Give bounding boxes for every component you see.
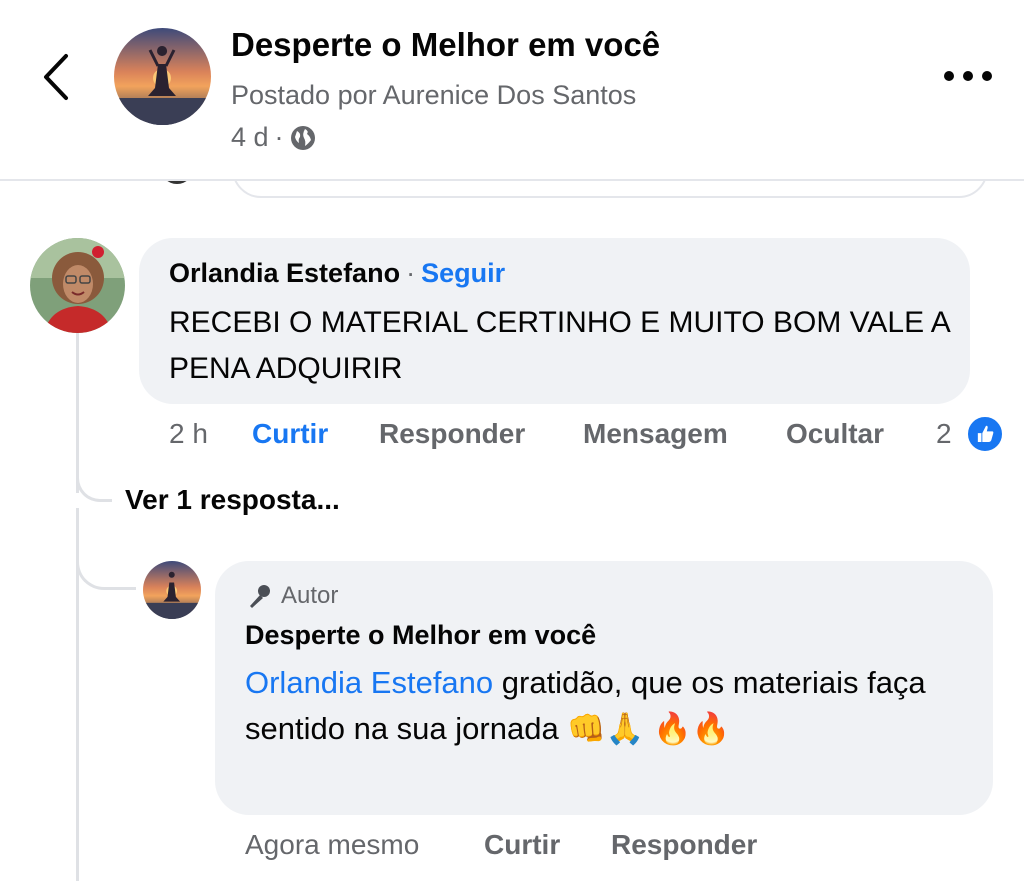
follow-button[interactable]: Seguir — [421, 258, 505, 288]
comment-time: 2 h — [169, 418, 208, 449]
globe-icon — [290, 125, 315, 150]
view-replies-link[interactable]: Ver 1 resposta... — [125, 484, 340, 516]
reply-time: Agora mesmo — [245, 829, 420, 860]
author-separator: · — [406, 258, 416, 288]
comment-author-line: Orlandia Estefano · Seguir — [169, 258, 505, 289]
meta-separator: · — [274, 122, 284, 152]
reaction-count[interactable]: 2 — [936, 418, 952, 450]
reply-button[interactable]: Responder — [379, 418, 525, 450]
author-badge-label: Autor — [281, 582, 339, 609]
thread-line — [76, 333, 79, 493]
comment-author[interactable]: Orlandia Estefano — [169, 258, 400, 288]
group-title[interactable]: Desperte o Melhor em você — [231, 26, 660, 64]
microphone-icon — [250, 585, 270, 608]
message-button[interactable]: Mensagem — [583, 418, 728, 450]
post-meta: 4 d · — [231, 122, 316, 153]
reply-author-avatar[interactable] — [143, 561, 201, 619]
thread-connector — [76, 550, 136, 590]
post-age: 4 d — [231, 122, 269, 152]
thread-connector — [76, 470, 112, 502]
reply-author[interactable]: Desperte o Melhor em você — [245, 620, 596, 651]
commenter-avatar[interactable] — [30, 238, 125, 333]
hide-button[interactable]: Ocultar — [786, 418, 884, 450]
reply-reply-button[interactable]: Responder — [611, 829, 757, 861]
author-badge: Autor — [245, 582, 338, 610]
more-options-icon[interactable] — [944, 68, 992, 84]
group-avatar[interactable] — [114, 28, 211, 125]
back-chevron-icon[interactable] — [36, 52, 80, 102]
mention-link[interactable]: Orlandia Estefano — [245, 665, 493, 700]
like-reaction-icon[interactable] — [966, 415, 1004, 453]
posted-by-text[interactable]: Postado por Aurenice Dos Santos — [231, 80, 636, 111]
reply-like-button[interactable]: Curtir — [484, 829, 560, 861]
reply-text: Orlandia Estefano gratidão, que os mater… — [245, 660, 980, 752]
header-divider — [0, 179, 1024, 181]
like-button[interactable]: Curtir — [252, 418, 328, 450]
comment-text: RECEBI O MATERIAL CERTINHO E MUITO BOM V… — [169, 306, 950, 385]
